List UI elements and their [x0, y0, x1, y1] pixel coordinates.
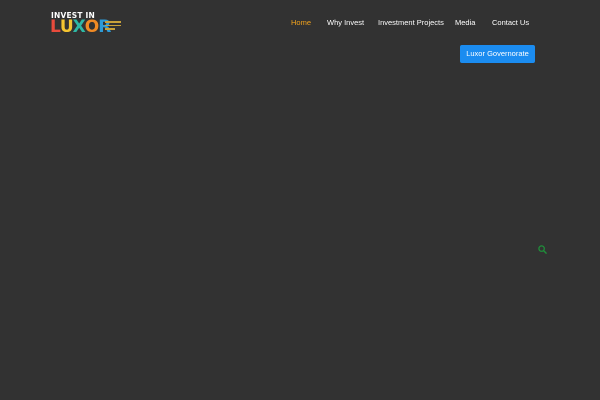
uk-flag-icon[interactable]: [543, 19, 550, 24]
nav-item-investment-projects[interactable]: Investment Projects: [378, 18, 444, 28]
nav-item-media[interactable]: Media: [455, 18, 475, 28]
nav-item-home[interactable]: Home: [291, 18, 311, 28]
luxor-governorate-button[interactable]: Luxor Governorate: [460, 45, 535, 63]
main-nav: Home Why Invest Investment Projects Medi…: [0, 18, 600, 30]
search-icon[interactable]: [538, 241, 547, 254]
page: INVEST IN LUXOR Home Why Invest Investme…: [0, 0, 600, 400]
nav-item-contact-us[interactable]: Contact Us: [492, 18, 529, 28]
nav-item-why-invest[interactable]: Why Invest: [327, 18, 364, 28]
